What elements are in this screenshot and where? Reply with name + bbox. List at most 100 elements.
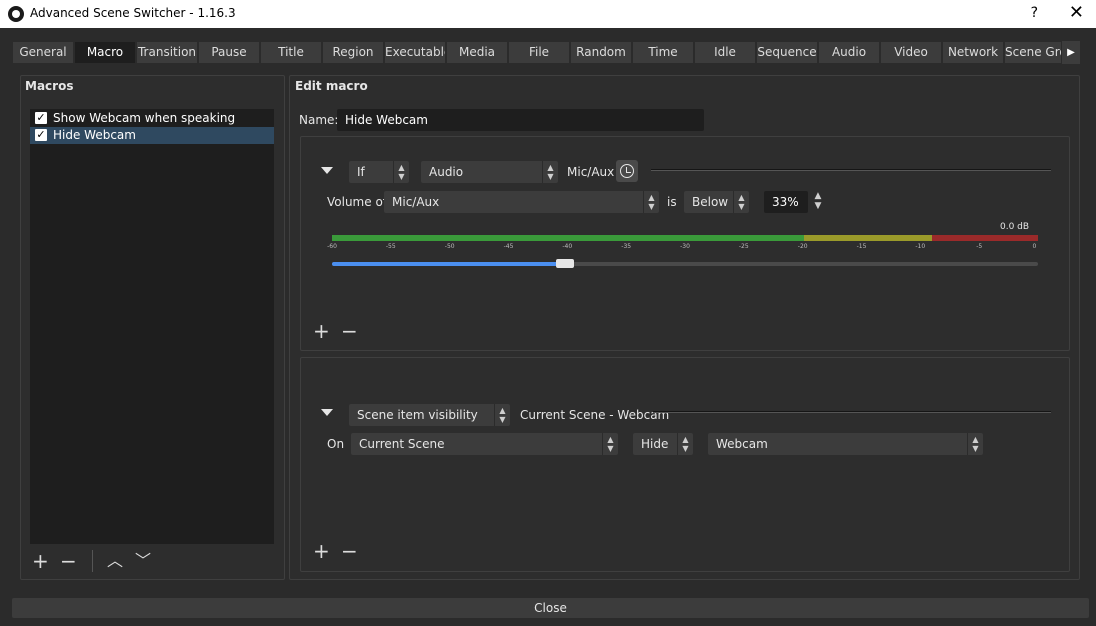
tab-file[interactable]: File — [508, 41, 570, 64]
macro-item-selected[interactable]: ✓ Hide Webcam — [30, 127, 274, 144]
comparison-select[interactable]: Below ▲ ▼ — [684, 191, 749, 213]
meter-tick: -60 — [327, 243, 337, 250]
move-up-button[interactable]: ︿ — [107, 551, 123, 571]
actions-section — [300, 357, 1070, 572]
meter-tick: -20 — [797, 243, 808, 250]
condition-logic-value: If — [357, 165, 365, 179]
condition-type-value: Audio — [429, 165, 464, 179]
meter-tick: -55 — [385, 243, 396, 250]
condition-header-line — [651, 169, 1051, 171]
macros-panel-title: Macros — [25, 79, 74, 93]
title-bar: Advanced Scene Switcher - 1.16.3 ? ✕ — [0, 0, 1096, 28]
tab-time[interactable]: Time — [632, 41, 694, 64]
obs-logo-icon — [8, 6, 24, 22]
macro-item[interactable]: ✓ Show Webcam when speaking — [30, 110, 274, 127]
close-window-button[interactable]: ✕ — [1069, 2, 1084, 23]
tab-network[interactable]: Network — [942, 41, 1004, 64]
close-button[interactable]: Close — [12, 598, 1089, 618]
window-title: Advanced Scene Switcher - 1.16.3 — [30, 6, 236, 20]
meter-tick: -35 — [621, 243, 632, 250]
audio-source-select[interactable]: Mic/Aux ▲ ▼ — [384, 191, 659, 213]
meter-tick: -25 — [738, 243, 749, 250]
updown-arrows-icon: ▲ ▼ — [542, 161, 558, 183]
updown-arrows-icon: ▲ ▼ — [733, 191, 749, 213]
condition-summary: Mic/Aux — [567, 165, 615, 179]
updown-arrows-icon: ▲ ▼ — [677, 433, 693, 455]
scene-select[interactable]: Current Scene ▲ ▼ — [351, 433, 618, 455]
tab-region[interactable]: Region — [322, 41, 384, 64]
tab-scroll-right-icon[interactable]: ▶ — [1062, 41, 1080, 64]
add-action-button[interactable]: + — [313, 541, 330, 561]
tab-bar: General Macro Transition Pause Title Reg… — [12, 41, 1080, 65]
tab-executable[interactable]: Executable — [384, 41, 446, 64]
tab-media[interactable]: Media — [446, 41, 508, 64]
threshold-slider-handle[interactable] — [555, 259, 574, 268]
condition-logic-select[interactable]: If ▲ ▼ — [349, 161, 409, 183]
updown-arrows-icon: ▲ ▼ — [494, 404, 510, 426]
tab-video[interactable]: Video — [880, 41, 942, 64]
action-summary: Current Scene - Webcam — [520, 408, 670, 422]
help-button[interactable]: ? — [1031, 5, 1038, 21]
clock-icon[interactable] — [616, 160, 638, 182]
tab-title[interactable]: Title — [260, 41, 322, 64]
name-label: Name: — [299, 113, 339, 127]
is-label: is — [667, 195, 677, 209]
action-type-value: Scene item visibility — [357, 408, 478, 422]
scene-item-value: Webcam — [716, 437, 768, 451]
tab-transition[interactable]: Transition — [136, 41, 198, 64]
tab-idle[interactable]: Idle — [694, 41, 756, 64]
macro-list[interactable]: ✓ Show Webcam when speaking ✓ Hide Webca… — [30, 109, 274, 544]
visibility-select[interactable]: Hide ▲ ▼ — [633, 433, 693, 455]
collapse-condition-icon[interactable] — [321, 167, 333, 174]
macro-enabled-checkbox[interactable]: ✓ — [35, 112, 47, 124]
updown-arrows-icon: ▲ ▼ — [967, 433, 983, 455]
meter-db-label: 0.0 dB — [1000, 222, 1030, 232]
tab-pause[interactable]: Pause — [198, 41, 260, 64]
condition-type-select[interactable]: Audio ▲ ▼ — [421, 161, 558, 183]
threshold-spinbox[interactable]: 33% — [764, 191, 808, 213]
meter-tick: -45 — [503, 243, 514, 250]
meter-tick: -10 — [915, 243, 926, 250]
updown-arrows-icon: ▲ ▼ — [602, 433, 618, 455]
meter-tick: -30 — [680, 243, 690, 250]
threshold-slider-fill — [332, 262, 565, 266]
macro-item-label: Hide Webcam — [53, 128, 136, 142]
meter-tick: -5 — [976, 243, 983, 250]
spin-arrows-icon[interactable]: ▲ ▼ — [810, 191, 826, 213]
remove-action-button[interactable]: − — [341, 541, 358, 561]
tab-general[interactable]: General — [12, 41, 74, 64]
audio-source-value: Mic/Aux — [392, 195, 440, 209]
meter-ticks: -60 -55 -50 -45 -40 -35 -30 -25 -20 -15 … — [327, 243, 1038, 253]
remove-macro-button[interactable]: − — [60, 551, 77, 571]
scene-item-select[interactable]: Webcam ▲ ▼ — [708, 433, 983, 455]
meter-red-segment — [932, 235, 1038, 241]
updown-arrows-icon: ▲ ▼ — [393, 161, 409, 183]
action-header-line — [653, 411, 1051, 413]
tab-random[interactable]: Random — [570, 41, 632, 64]
meter-tick: -40 — [562, 243, 573, 250]
tab-macro[interactable]: Macro — [74, 41, 136, 64]
macro-enabled-checkbox[interactable]: ✓ — [35, 129, 47, 141]
move-down-button[interactable]: ﹀ — [135, 551, 151, 571]
macro-item-label: Show Webcam when speaking — [53, 111, 236, 125]
remove-condition-button[interactable]: − — [341, 321, 358, 341]
tab-sequence[interactable]: Sequence — [756, 41, 818, 64]
meter-yellow-segment — [804, 235, 932, 241]
meter-tick: -15 — [856, 243, 867, 250]
meter-tick: 0 — [1032, 243, 1037, 250]
macro-name-input[interactable]: Hide Webcam — [337, 109, 704, 131]
volume-meter — [332, 235, 1038, 241]
tab-audio[interactable]: Audio — [818, 41, 880, 64]
on-label: On — [327, 437, 345, 451]
action-type-select[interactable]: Scene item visibility ▲ ▼ — [349, 404, 510, 426]
add-condition-button[interactable]: + — [313, 321, 330, 341]
meter-tick: -50 — [444, 243, 455, 250]
comparison-value: Below — [692, 195, 729, 209]
add-macro-button[interactable]: + — [32, 551, 49, 571]
tab-scene-group[interactable]: Scene Gro — [1004, 41, 1062, 64]
threshold-slider[interactable] — [332, 259, 1038, 268]
volume-of-label: Volume of — [327, 195, 388, 209]
visibility-value: Hide — [641, 437, 669, 451]
meter-green-segment — [332, 235, 804, 241]
collapse-action-icon[interactable] — [321, 409, 333, 416]
